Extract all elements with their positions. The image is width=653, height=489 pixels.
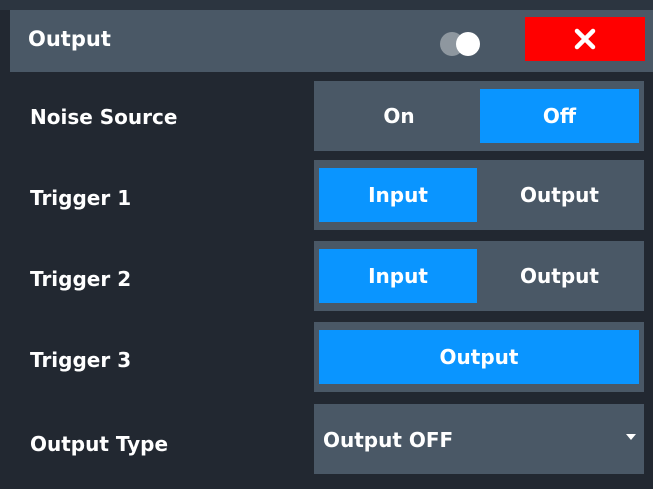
output-dialog: Output Noise Source On Off Trigger 1 Inp… bbox=[0, 0, 653, 489]
dialog-body: Noise Source On Off Trigger 1 Input Outp… bbox=[10, 72, 653, 489]
close-button[interactable] bbox=[525, 17, 645, 61]
trigger-2-toggle: Input Output bbox=[314, 241, 644, 311]
noise-source-toggle: On Off bbox=[314, 81, 644, 151]
noise-source-on-button[interactable]: On bbox=[322, 89, 476, 143]
background-strip bbox=[0, 0, 653, 10]
dropdown-arrow-icon bbox=[626, 434, 636, 440]
trigger-1-toggle: Input Output bbox=[314, 160, 644, 230]
trigger-2-output-button[interactable]: Output bbox=[480, 249, 639, 303]
noise-source-label: Noise Source bbox=[30, 105, 178, 129]
trigger-3-label: Trigger 3 bbox=[30, 348, 132, 372]
trigger-2-input-button[interactable]: Input bbox=[319, 249, 477, 303]
trigger-1-output-button[interactable]: Output bbox=[480, 168, 639, 222]
toggle-icon[interactable] bbox=[438, 30, 496, 58]
toggle-circle-right bbox=[456, 32, 480, 56]
trigger-3-control: Output bbox=[314, 322, 644, 392]
close-icon bbox=[574, 28, 596, 50]
dialog-titlebar: Output bbox=[10, 10, 653, 72]
noise-source-off-button[interactable]: Off bbox=[480, 89, 639, 143]
trigger-2-label: Trigger 2 bbox=[30, 267, 132, 291]
dialog-title: Output bbox=[28, 27, 111, 51]
output-type-value: Output OFF bbox=[323, 428, 454, 452]
trigger-3-output-button[interactable]: Output bbox=[319, 330, 639, 384]
output-type-dropdown[interactable]: Output OFF bbox=[314, 404, 644, 474]
output-type-label: Output Type bbox=[30, 432, 169, 456]
trigger-1-input-button[interactable]: Input bbox=[319, 168, 477, 222]
trigger-1-label: Trigger 1 bbox=[30, 186, 132, 210]
